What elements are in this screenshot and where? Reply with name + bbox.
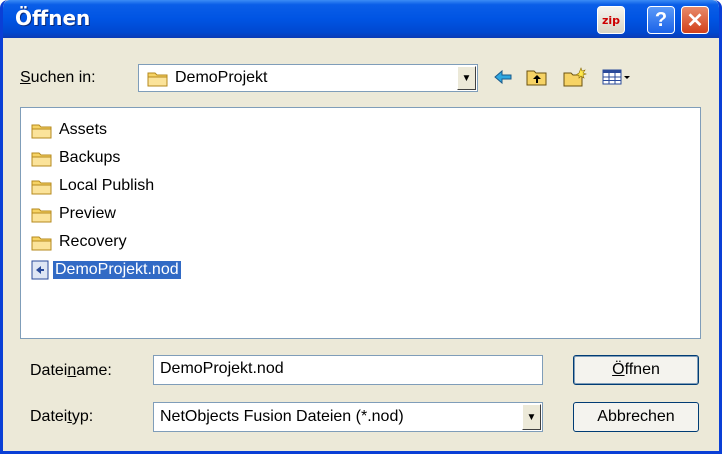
title-bar[interactable]: Öffnen zip ? ✕ bbox=[3, 0, 719, 38]
list-item-label: Recovery bbox=[59, 233, 127, 250]
open-button-accel: Ö bbox=[612, 361, 625, 378]
back-button[interactable] bbox=[491, 66, 515, 88]
folder-icon bbox=[31, 152, 52, 166]
folder-icon bbox=[31, 236, 52, 250]
up-folder-icon bbox=[526, 70, 547, 86]
close-icon: ✕ bbox=[686, 9, 704, 32]
window-title: Öffnen bbox=[15, 6, 91, 30]
chevron-down-icon[interactable]: ▼ bbox=[457, 66, 476, 90]
list-item-label: Backups bbox=[59, 149, 121, 166]
open-button-label: ffnen bbox=[624, 361, 660, 378]
filename-input[interactable]: DemoProjekt.nod bbox=[153, 355, 543, 385]
lookin-label: Suchen in: bbox=[20, 69, 96, 87]
back-arrow-icon bbox=[494, 69, 512, 85]
nod-file-icon bbox=[31, 260, 49, 280]
folder-icon bbox=[147, 72, 168, 87]
filetype-dropdown[interactable]: NetObjects Fusion Dateien (*.nod) ▼ bbox=[153, 402, 543, 432]
lookin-value: DemoProjekt bbox=[175, 69, 268, 86]
list-item[interactable]: Local Publish bbox=[31, 174, 156, 198]
help-button[interactable]: ? bbox=[647, 6, 675, 34]
filename-label-accel: n bbox=[67, 362, 77, 379]
folder-icon bbox=[31, 124, 52, 138]
folder-icon bbox=[31, 180, 52, 194]
list-item-label: Preview bbox=[59, 205, 116, 222]
zip-button[interactable]: zip bbox=[597, 6, 625, 34]
filetype-label: Dateityp: bbox=[30, 408, 93, 426]
list-item-selected[interactable]: DemoProjekt.nod bbox=[31, 258, 182, 282]
lookin-dropdown[interactable]: DemoProjekt ▼ bbox=[138, 64, 478, 92]
close-button[interactable]: ✕ bbox=[681, 6, 709, 34]
help-icon: ? bbox=[654, 8, 668, 31]
list-item-label: Assets bbox=[59, 121, 108, 138]
filename-label: Dateiname: bbox=[30, 362, 112, 380]
view-menu-button[interactable] bbox=[601, 66, 633, 88]
new-folder-icon bbox=[563, 67, 587, 87]
folder-icon bbox=[31, 208, 52, 222]
lookin-label-accel: S bbox=[20, 69, 31, 86]
zip-icon: zip bbox=[601, 13, 621, 27]
list-item-label: DemoProjekt.nod bbox=[52, 260, 182, 280]
list-item[interactable]: Recovery bbox=[31, 230, 129, 254]
open-dialog: Öffnen zip ? ✕ Suchen in: DemoProjekt ▼ bbox=[0, 0, 722, 454]
list-item[interactable]: Assets bbox=[31, 118, 109, 142]
filetype-label-post: yp: bbox=[71, 408, 94, 425]
file-list[interactable]: Assets Backups Local Publish Preview Rec… bbox=[20, 107, 701, 339]
view-list-icon bbox=[602, 69, 630, 85]
list-item-label: Local Publish bbox=[59, 177, 155, 194]
filetype-value: NetObjects Fusion Dateien (*.nod) bbox=[160, 408, 404, 425]
list-item[interactable]: Preview bbox=[31, 202, 118, 226]
lookin-label-text: uchen in: bbox=[30, 69, 96, 86]
filename-label-pre: Datei bbox=[30, 362, 68, 379]
open-button[interactable]: Öffnen bbox=[573, 355, 699, 385]
up-folder-button[interactable] bbox=[525, 66, 549, 88]
filetype-label-pre: Datei bbox=[30, 408, 68, 425]
new-folder-button[interactable] bbox=[563, 66, 587, 88]
cancel-button[interactable]: Abbrechen bbox=[573, 402, 699, 432]
list-item[interactable]: Backups bbox=[31, 146, 122, 170]
filename-label-post: ame: bbox=[76, 362, 112, 379]
chevron-down-icon[interactable]: ▼ bbox=[522, 404, 541, 430]
